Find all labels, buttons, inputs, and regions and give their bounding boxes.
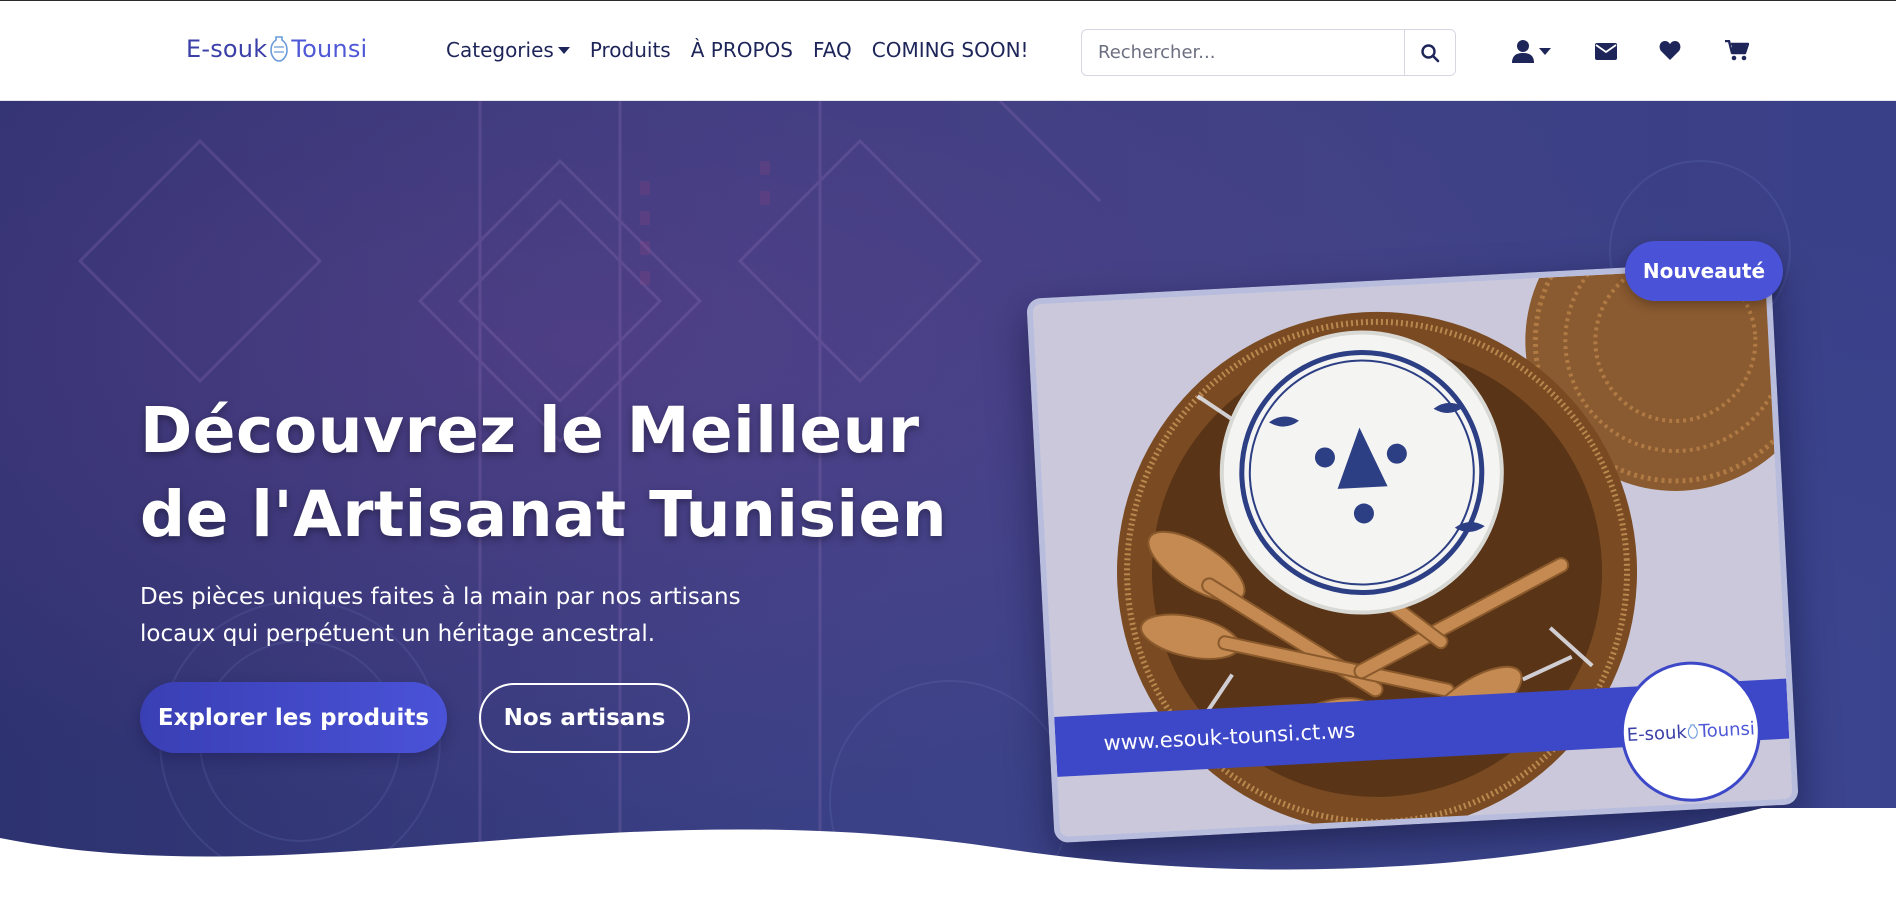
messages-button[interactable] xyxy=(1595,35,1617,67)
hero-subtitle: Des pièces uniques faites à la main par … xyxy=(140,579,760,653)
heart-icon xyxy=(1659,41,1681,60)
hero-bottom-wave xyxy=(0,808,1896,908)
hero-subtitle-line2: locaux qui perpétuent un héritage ancest… xyxy=(140,621,656,647)
card-url-text: www.esouk-tounsi.ct.ws xyxy=(1102,718,1356,756)
new-arrival-badge: Nouveauté xyxy=(1625,241,1783,301)
brand-logo[interactable]: E-souk Tounsi xyxy=(186,35,367,63)
hero-subtitle-line1: Des pièces uniques faites à la main par … xyxy=(140,584,741,610)
brand-logo-part2: Tounsi xyxy=(291,35,368,63)
chevron-down-icon xyxy=(1539,47,1551,55)
wishlist-button[interactable] xyxy=(1659,35,1681,67)
artisans-button[interactable]: Nos artisans xyxy=(479,683,690,753)
search-input[interactable] xyxy=(1082,30,1404,75)
search-button[interactable] xyxy=(1404,30,1455,75)
nav-categories-dropdown[interactable]: Categories xyxy=(446,38,570,62)
nav-produits[interactable]: Produits xyxy=(590,38,671,62)
card-logo-part1: E-souk xyxy=(1626,721,1688,746)
user-icon xyxy=(1512,40,1534,63)
search-icon xyxy=(1421,43,1440,62)
cart-button[interactable] xyxy=(1725,35,1749,67)
main-nav: Categories Produits À PROPOS FAQ COMING … xyxy=(446,38,1049,62)
cart-icon xyxy=(1725,40,1749,61)
featured-product-card[interactable]: www.esouk-tounsi.ct.ws E-souk Tounsi xyxy=(1020,249,1799,844)
brand-logo-part1: E-souk xyxy=(186,35,268,63)
nav-categories-label: Categories xyxy=(446,38,554,62)
pottery-icon xyxy=(270,36,289,62)
card-logo-part2: Tounsi xyxy=(1698,717,1756,742)
pottery-icon xyxy=(1687,724,1698,739)
hero-title-line2: de l'Artisanat Tunisien xyxy=(140,478,948,551)
nav-apropos[interactable]: À PROPOS xyxy=(691,38,793,62)
search-bar xyxy=(1081,29,1456,76)
nav-coming-soon[interactable]: COMING SOON! xyxy=(872,38,1029,62)
explore-products-button[interactable]: Explorer les produits xyxy=(140,682,447,753)
hero-title-line1: Découvrez le Meilleur xyxy=(140,394,920,467)
envelope-icon xyxy=(1595,42,1617,60)
hero-title: Découvrez le Meilleur de l'Artisanat Tun… xyxy=(140,389,960,557)
hero-section: Découvrez le Meilleur de l'Artisanat Tun… xyxy=(0,101,1896,908)
navbar: E-souk Tounsi Categories Produits À PROP… xyxy=(0,0,1896,101)
featured-product-image: www.esouk-tounsi.ct.ws E-souk Tounsi xyxy=(1026,259,1799,844)
user-menu-button[interactable] xyxy=(1512,35,1551,67)
chevron-down-icon xyxy=(557,46,570,54)
nav-faq[interactable]: FAQ xyxy=(813,38,852,62)
